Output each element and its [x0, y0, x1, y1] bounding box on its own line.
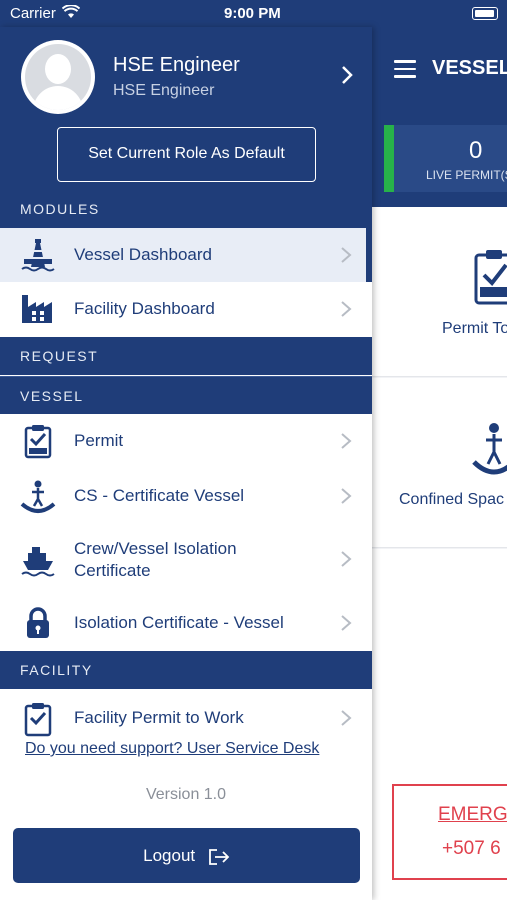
menu-item-vessel-dashboard[interactable]: Vessel Dashboard — [0, 228, 372, 282]
lock-icon — [27, 607, 49, 638]
logout-icon — [208, 848, 230, 865]
chevron-right-icon — [341, 433, 352, 449]
confined-space-icon — [472, 423, 507, 475]
menu-item-label: Permit — [74, 431, 124, 450]
menu-item-cs-certificate-vessel[interactable]: CS - Certificate Vessel — [0, 469, 372, 524]
oil-rig-icon — [21, 239, 55, 272]
user-role: HSE Engineer — [113, 82, 215, 99]
chevron-right-icon[interactable] — [340, 65, 354, 85]
menu-item-label-line2: Certificate — [74, 561, 151, 580]
section-header-facility: FACILITY — [0, 651, 372, 689]
menu-item-label: Facility Permit to Work — [74, 708, 244, 727]
app-header: VESSEL 0 LIVE PERMIT(S — [372, 27, 507, 207]
menu-item-label: Facility Dashboard — [74, 299, 215, 318]
factory-icon — [22, 295, 52, 323]
menu-item-label-line1: Crew/Vessel Isolation — [74, 539, 237, 558]
menu-item-label: Crew/Vessel Isolation Certificate — [74, 538, 237, 582]
permit-clipboard-icon — [24, 425, 52, 459]
section-header-modules: MODULES — [0, 190, 372, 228]
emergency-card[interactable]: EMERG +507 6 — [392, 784, 507, 880]
menu-item-facility-permit-to-work[interactable]: Facility Permit to Work — [0, 689, 372, 737]
menu-item-label: CS - Certificate Vessel — [74, 486, 245, 505]
hamburger-menu-icon[interactable] — [394, 60, 416, 83]
menu-item-crew-vessel-isolation-certificate[interactable]: Crew/Vessel Isolation Certificate — [0, 524, 372, 594]
section-header-vessel: VESSEL — [0, 376, 372, 414]
emergency-title[interactable]: EMERG — [438, 804, 507, 826]
section-header-request[interactable]: REQUEST — [0, 337, 372, 375]
menu-item-isolation-certificate-vessel[interactable]: Isolation Certificate - Vessel — [0, 594, 372, 651]
support-link[interactable]: Do you need support? User Service Desk — [25, 740, 319, 758]
chevron-right-icon — [341, 488, 352, 504]
default-user-icon — [25, 44, 91, 110]
tile-label: Confined Spac — [399, 491, 504, 508]
set-default-role-button[interactable]: Set Current Role As Default — [57, 127, 316, 182]
menu-item-label: Vessel Dashboard — [74, 245, 212, 264]
chevron-right-icon — [341, 247, 352, 263]
version-label: Version 1.0 — [145, 786, 227, 803]
avatar[interactable] — [21, 40, 95, 114]
permit-check-icon — [24, 703, 52, 737]
menu-item-facility-dashboard[interactable]: Facility Dashboard — [0, 282, 372, 337]
emergency-phone[interactable]: +507 6 — [442, 838, 501, 860]
live-permits-count: 0 — [469, 137, 483, 164]
carrier-label: Carrier — [10, 5, 56, 22]
confined-space-tile[interactable]: Confined Spac — [372, 378, 507, 548]
status-bar: Carrier 9:00 PM — [0, 0, 507, 27]
chevron-right-icon — [341, 551, 352, 567]
menu-item-label: Isolation Certificate - Vessel — [74, 613, 284, 632]
profile-header: HSE Engineer HSE Engineer Set Current Ro… — [0, 27, 372, 190]
navigation-drawer: HSE Engineer HSE Engineer Set Current Ro… — [0, 27, 372, 900]
logout-button[interactable]: Logout — [13, 828, 360, 883]
chevron-right-icon — [341, 710, 352, 726]
tile-label: Permit To — [442, 320, 507, 337]
logout-label: Logout — [143, 846, 196, 865]
clock: 9:00 PM — [224, 5, 281, 22]
chevron-right-icon — [341, 301, 352, 317]
wifi-icon — [62, 5, 80, 18]
user-name: HSE Engineer — [113, 54, 240, 76]
chevron-right-icon — [341, 615, 352, 631]
ship-icon — [21, 547, 55, 577]
permit-clipboard-icon — [474, 250, 507, 305]
live-permits-card[interactable]: 0 LIVE PERMIT(S — [384, 125, 507, 192]
menu-item-permit[interactable]: Permit — [0, 414, 372, 469]
permit-to-work-tile[interactable]: Permit To — [372, 207, 507, 377]
app-title: VESSEL — [432, 57, 507, 79]
live-permits-label: LIVE PERMIT(S — [426, 168, 507, 182]
battery-icon — [472, 7, 498, 20]
background-app: VESSEL 0 LIVE PERMIT(S Permit To Confine… — [372, 27, 507, 900]
confined-space-icon — [20, 480, 56, 513]
